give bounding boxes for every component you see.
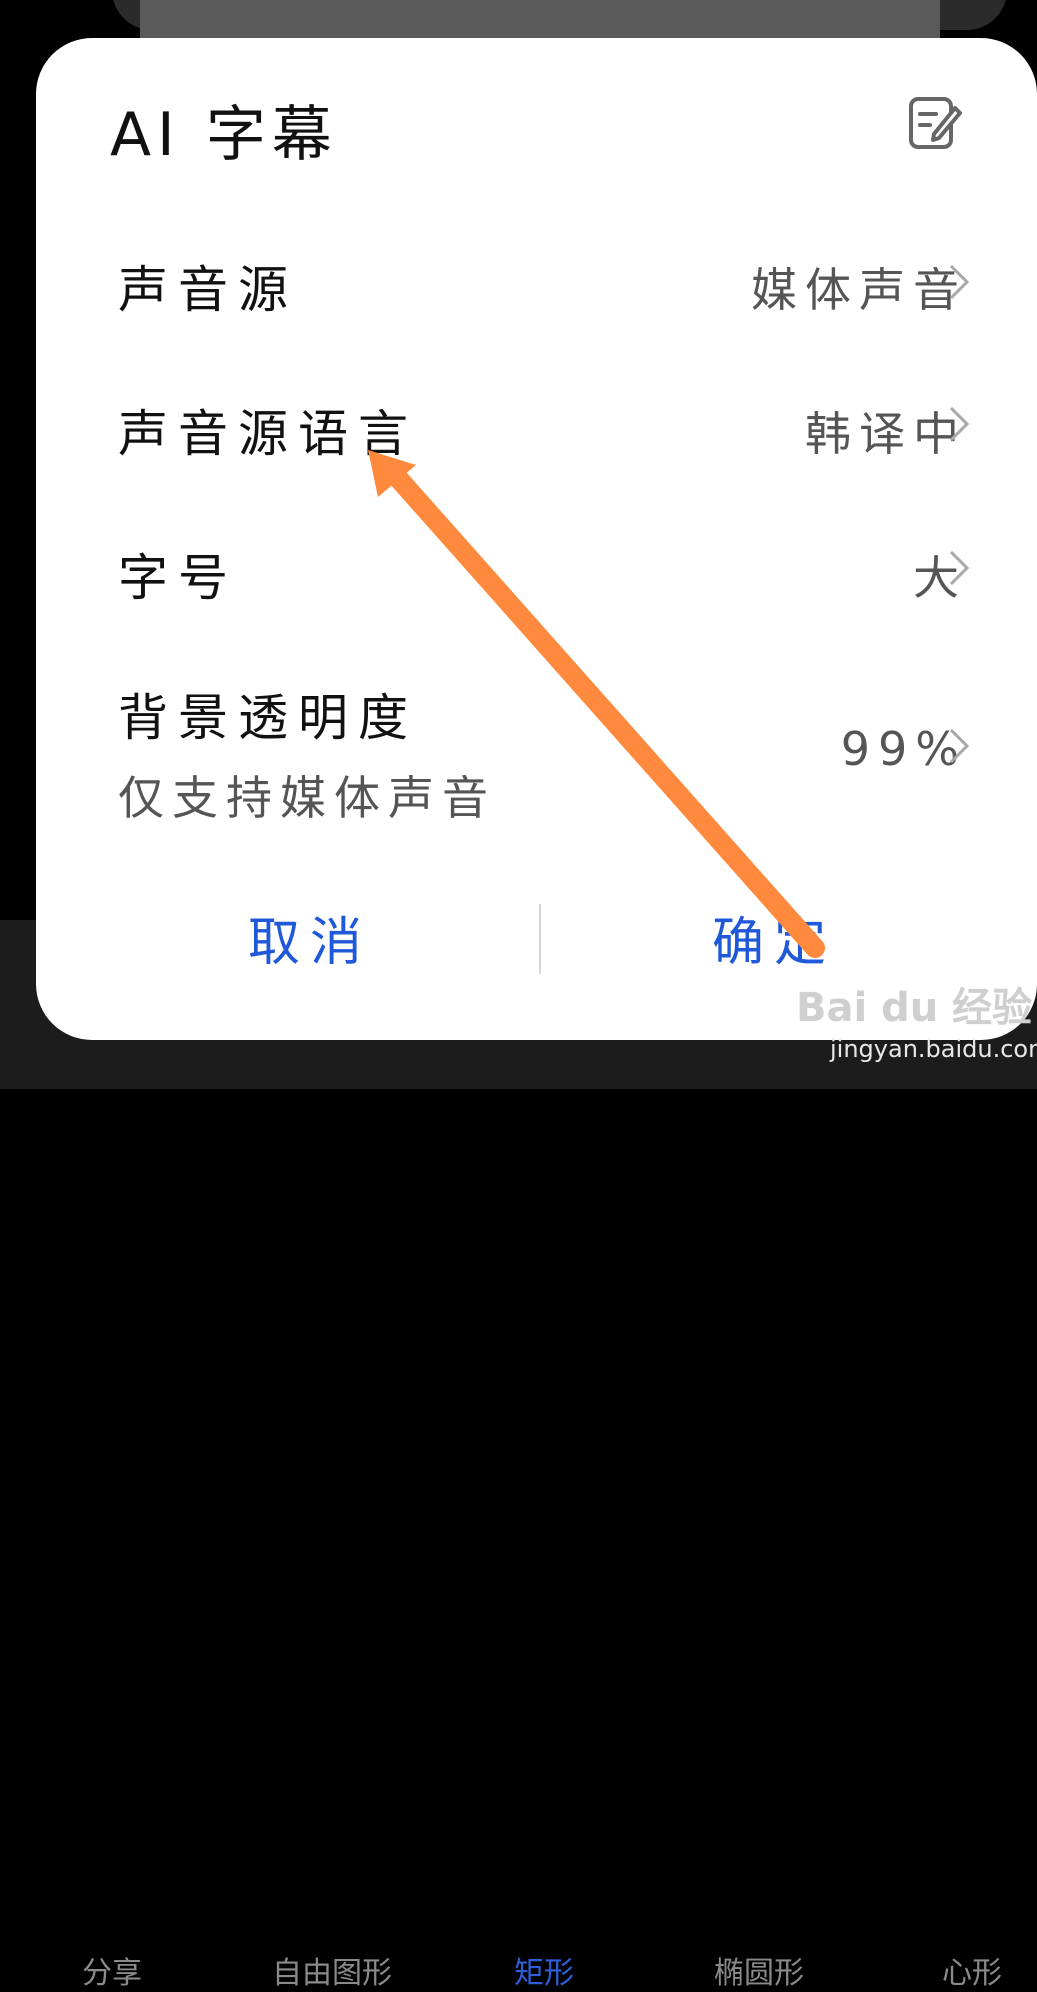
chevron-right-icon [949,406,970,442]
confirm-button[interactable]: 确定 [712,900,836,975]
chevron-right-icon [949,728,970,764]
row-label: 字号 [118,549,238,607]
row-label: 声音源 [118,261,298,319]
baidu-watermark: Bai du 经验 jingyan.baidu.com [790,975,1037,1085]
watermark-brand: Bai du 经验 [796,985,1033,1031]
button-divider [539,904,541,974]
tab-ellipse[interactable]: 椭圆形 [714,1948,804,1992]
tab-heart[interactable]: 心形 [942,1948,1002,1992]
row-sublabel: 仅支持媒体声音 [118,771,496,825]
dialog-title: AI 字幕 [110,100,338,170]
chevron-right-icon [949,264,970,300]
cancel-button[interactable]: 取消 [248,900,372,975]
watermark-url: jingyan.baidu.com [830,1035,1037,1063]
ai-subtitle-dialog: AI 字幕 声音源 媒体声音 声音源语言 韩译中 字号 大 背景透明度 仅支持媒… [36,38,1037,1040]
edit-note-icon[interactable] [908,94,962,152]
row-value: 韩译中 [805,407,967,461]
tab-share[interactable]: 分享 [82,1948,142,1992]
tab-freeform[interactable]: 自由图形 [272,1948,392,1992]
row-label: 声音源语言 [118,405,418,463]
chevron-right-icon [949,550,970,586]
tab-rectangle[interactable]: 矩形 [514,1948,574,1992]
row-label: 背景透明度 [118,689,418,747]
row-value: 媒体声音 [751,263,967,317]
